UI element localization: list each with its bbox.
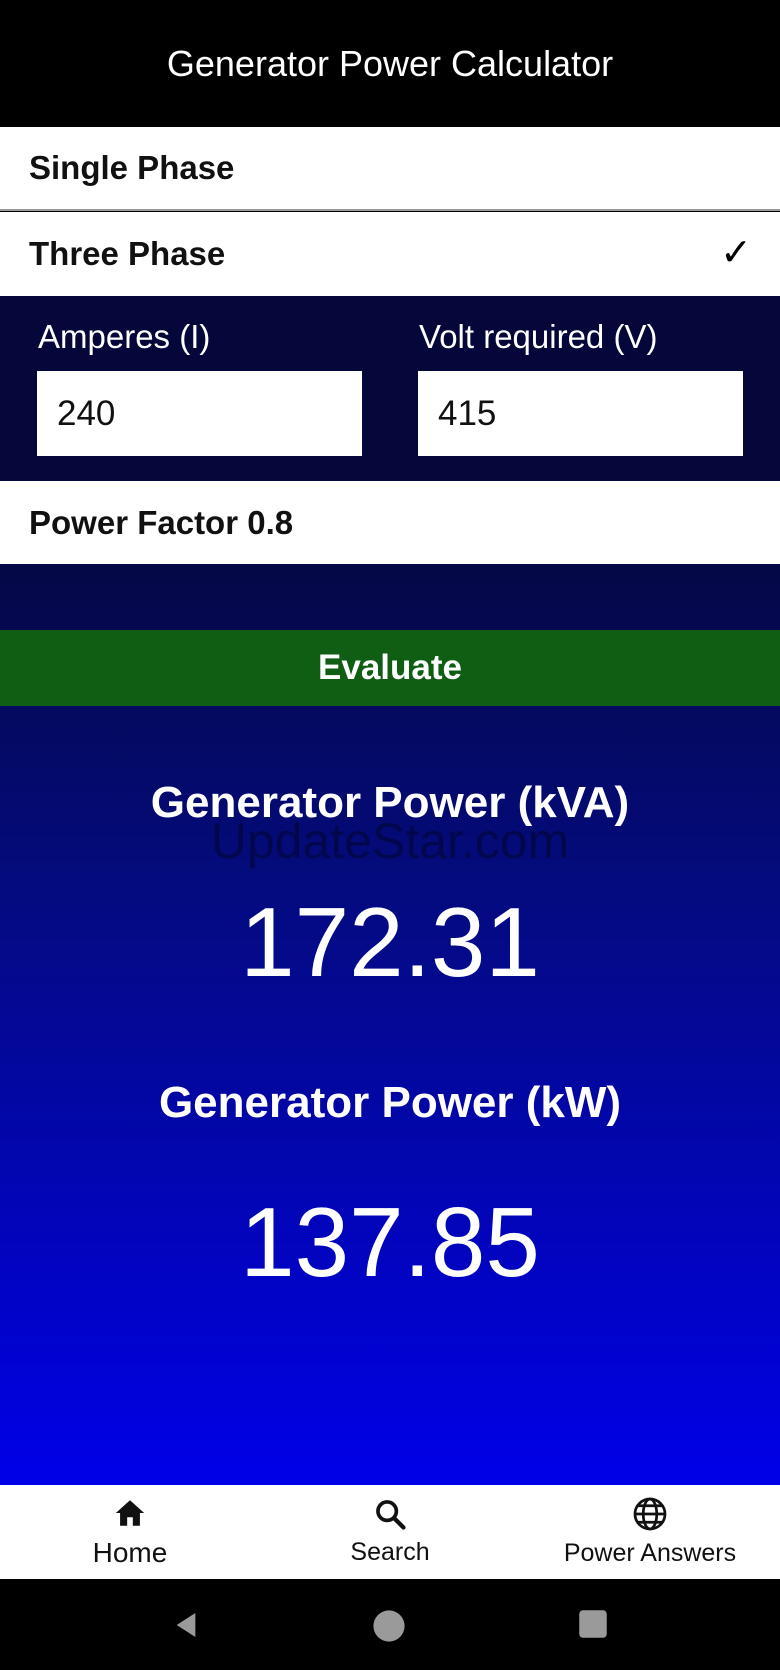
power-factor-label: Power Factor 0.8 [29,503,294,541]
amperes-value: 240 [57,393,116,433]
nav-search-label: Search [350,1538,430,1566]
kw-value: 137.85 [240,1187,540,1297]
watermark: UpdateStar.com [210,813,570,869]
back-icon[interactable] [170,1609,202,1646]
nav-power-answers-label: Power Answers [563,1539,737,1567]
single-phase-label: Single Phase [29,149,235,186]
home-circle-icon[interactable] [372,1609,406,1648]
home-icon [112,1496,148,1535]
volts-input[interactable]: 415 [418,371,743,456]
volts-value: 415 [438,393,497,433]
recents-icon[interactable] [578,1609,608,1644]
search-icon [373,1497,407,1536]
three-phase-label: Three Phase [29,235,226,272]
amperes-input[interactable]: 240 [37,371,362,456]
bottom-navigation: Home Search Power Answers [0,1485,780,1579]
single-phase-option[interactable]: Single Phase [0,127,780,211]
app-title: Generator Power Calculator [166,42,614,84]
nav-home[interactable]: Home [0,1485,260,1579]
amperes-label: Amperes (I) [38,318,211,355]
globe-icon [632,1496,668,1537]
input-panel: Amperes (I) 240 Volt required (V) 415 [0,296,780,481]
nav-search[interactable]: Search [260,1485,520,1579]
evaluate-label: Evaluate [318,648,462,687]
app-title-bar: Generator Power Calculator [0,0,780,127]
checkmark-icon: ✓ [720,232,752,274]
system-navigation-bar [0,1579,780,1670]
power-factor-selector[interactable]: Power Factor 0.8 [0,481,780,564]
kva-value: 172.31 [240,887,540,997]
evaluate-button[interactable]: Evaluate [0,630,780,706]
three-phase-option[interactable]: Three Phase ✓ [0,212,780,296]
kw-title: Generator Power (kW) [158,1078,622,1127]
volts-label: Volt required (V) [419,318,658,355]
nav-home-label: Home [92,1536,168,1568]
nav-power-answers[interactable]: Power Answers [520,1485,780,1579]
